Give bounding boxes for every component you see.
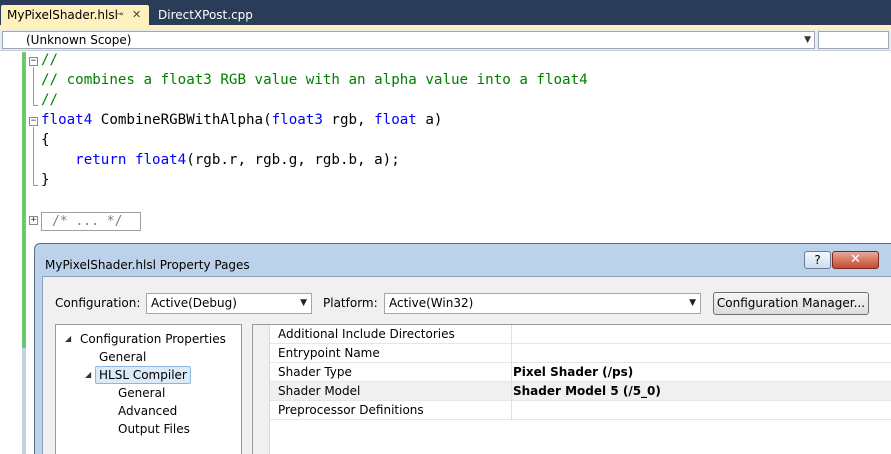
column-divider[interactable] <box>511 325 512 420</box>
change-tracking-margin <box>22 52 26 348</box>
keyword: float <box>374 112 417 128</box>
code-line-1: // <box>41 50 58 70</box>
platform-label: Platform: <box>323 296 378 310</box>
configuration-value: Active(Debug) <box>151 296 237 310</box>
chevron-down-icon: ▼ <box>804 35 811 45</box>
tree-item-general[interactable]: General <box>99 349 146 365</box>
property-row[interactable]: Entrypoint Name <box>270 344 891 363</box>
code-line-6: return float4(rgb.r, rgb.g, rgb.b, a); <box>41 150 400 170</box>
tab-directxpost-cpp[interactable]: DirectXPost.cpp <box>152 5 253 25</box>
tree-item-hlsl-compiler[interactable]: HLSL Compiler <box>95 366 191 384</box>
property-value: Pixel Shader (/ps) <box>513 365 634 379</box>
code-line-3: // <box>41 90 58 110</box>
outline-line <box>33 67 34 105</box>
collapsed-region[interactable]: /* ... */ <box>41 212 141 231</box>
code-line-7: } <box>41 170 50 190</box>
expand-icon[interactable]: + <box>29 216 38 225</box>
tab-label: MyPixelShader.hlsl <box>7 8 118 22</box>
property-value: Shader Model 5 (/5_0) <box>513 384 661 398</box>
grid-gutter <box>253 325 270 454</box>
configuration-label: Configuration: <box>55 296 141 310</box>
outline-tick <box>33 105 38 106</box>
help-button[interactable]: ? <box>804 251 831 269</box>
dialog-title: MyPixelShader.hlsl Property Pages <box>45 258 250 272</box>
configuration-dropdown[interactable]: Active(Debug) ▼ <box>146 293 312 314</box>
code-text: (rgb.r, rgb.g, rgb.b, a); <box>186 152 400 168</box>
property-tree: ◢ Configuration Properties General ◢ HLS… <box>55 324 242 454</box>
property-row[interactable]: Preprocessor Definitions <box>270 401 891 420</box>
navigation-bar: (Unknown Scope) ▼ <box>0 29 891 51</box>
code-text: CombineRGBWithAlpha( <box>92 112 272 128</box>
property-row[interactable]: Shader Type Pixel Shader (/ps) <box>270 363 891 382</box>
code-line-2: // combines a float3 RGB value with an a… <box>41 70 588 90</box>
dialog-body: Configuration: Active(Debug) ▼ Platform:… <box>42 276 891 454</box>
keyword: float3 <box>271 112 323 128</box>
property-pages-dialog: MyPixelShader.hlsl Property Pages ? ✕ Co… <box>34 243 891 454</box>
tree-item-hlsl-general[interactable]: General <box>118 385 165 401</box>
keyword: float4 <box>41 112 93 128</box>
code-text: a) <box>416 112 443 128</box>
scope-dropdown[interactable]: (Unknown Scope) ▼ <box>2 31 815 49</box>
tree-item-configuration-properties[interactable]: Configuration Properties <box>80 331 226 347</box>
comment-text: // <box>41 52 59 68</box>
keyword: return <box>75 152 127 168</box>
close-icon[interactable]: ✕ <box>132 5 141 25</box>
outline-line <box>33 127 34 185</box>
property-name: Entrypoint Name <box>278 346 380 360</box>
code-line-5: { <box>41 130 50 150</box>
property-name: Additional Include Directories <box>278 327 455 341</box>
tree-item-advanced[interactable]: Advanced <box>118 403 177 419</box>
comment-text: // <box>41 92 59 108</box>
collapse-icon[interactable]: − <box>29 117 38 126</box>
property-name: Preprocessor Definitions <box>278 403 424 417</box>
code-text: } <box>41 172 50 188</box>
expanded-triangle-icon[interactable]: ◢ <box>85 367 91 383</box>
comment-text: // combines a float3 RGB value with an a… <box>41 72 588 88</box>
tab-mypixelshader-hlsl[interactable]: MyPixelShader.hlsl ⊸ ✕ <box>1 5 149 25</box>
property-grid: Additional Include Directories Entrypoin… <box>252 324 891 454</box>
tree-item-output-files[interactable]: Output Files <box>118 421 190 437</box>
scope-value: (Unknown Scope) <box>26 33 132 47</box>
member-dropdown[interactable] <box>818 31 889 49</box>
code-line-4: float4 CombineRGBWithAlpha(float3 rgb, f… <box>41 110 442 130</box>
expanded-triangle-icon[interactable]: ◢ <box>65 331 71 347</box>
property-name: Shader Type <box>278 365 352 379</box>
pin-icon[interactable]: ⊸ <box>115 5 123 25</box>
configuration-manager-button[interactable]: Configuration Manager... <box>713 292 869 315</box>
close-button[interactable]: ✕ <box>832 251 879 269</box>
collapse-icon[interactable]: − <box>29 57 38 66</box>
chevron-down-icon: ▼ <box>689 298 696 308</box>
keyword: float4 <box>134 152 187 168</box>
property-row[interactable]: Additional Include Directories <box>270 325 891 344</box>
platform-value: Active(Win32) <box>389 296 474 310</box>
chevron-down-icon: ▼ <box>300 298 307 308</box>
property-name: Shader Model <box>278 384 361 398</box>
tab-label: DirectXPost.cpp <box>158 8 253 22</box>
platform-dropdown[interactable]: Active(Win32) ▼ <box>384 293 701 314</box>
outline-tick <box>33 185 38 186</box>
code-text: { <box>41 132 50 148</box>
document-tab-strip: MyPixelShader.hlsl ⊸ ✕ DirectXPost.cpp <box>0 0 891 25</box>
property-row[interactable]: Shader Model Shader Model 5 (/5_0) <box>270 382 891 401</box>
editor-margin-lower <box>22 348 26 454</box>
code-text: rgb, <box>322 112 375 128</box>
